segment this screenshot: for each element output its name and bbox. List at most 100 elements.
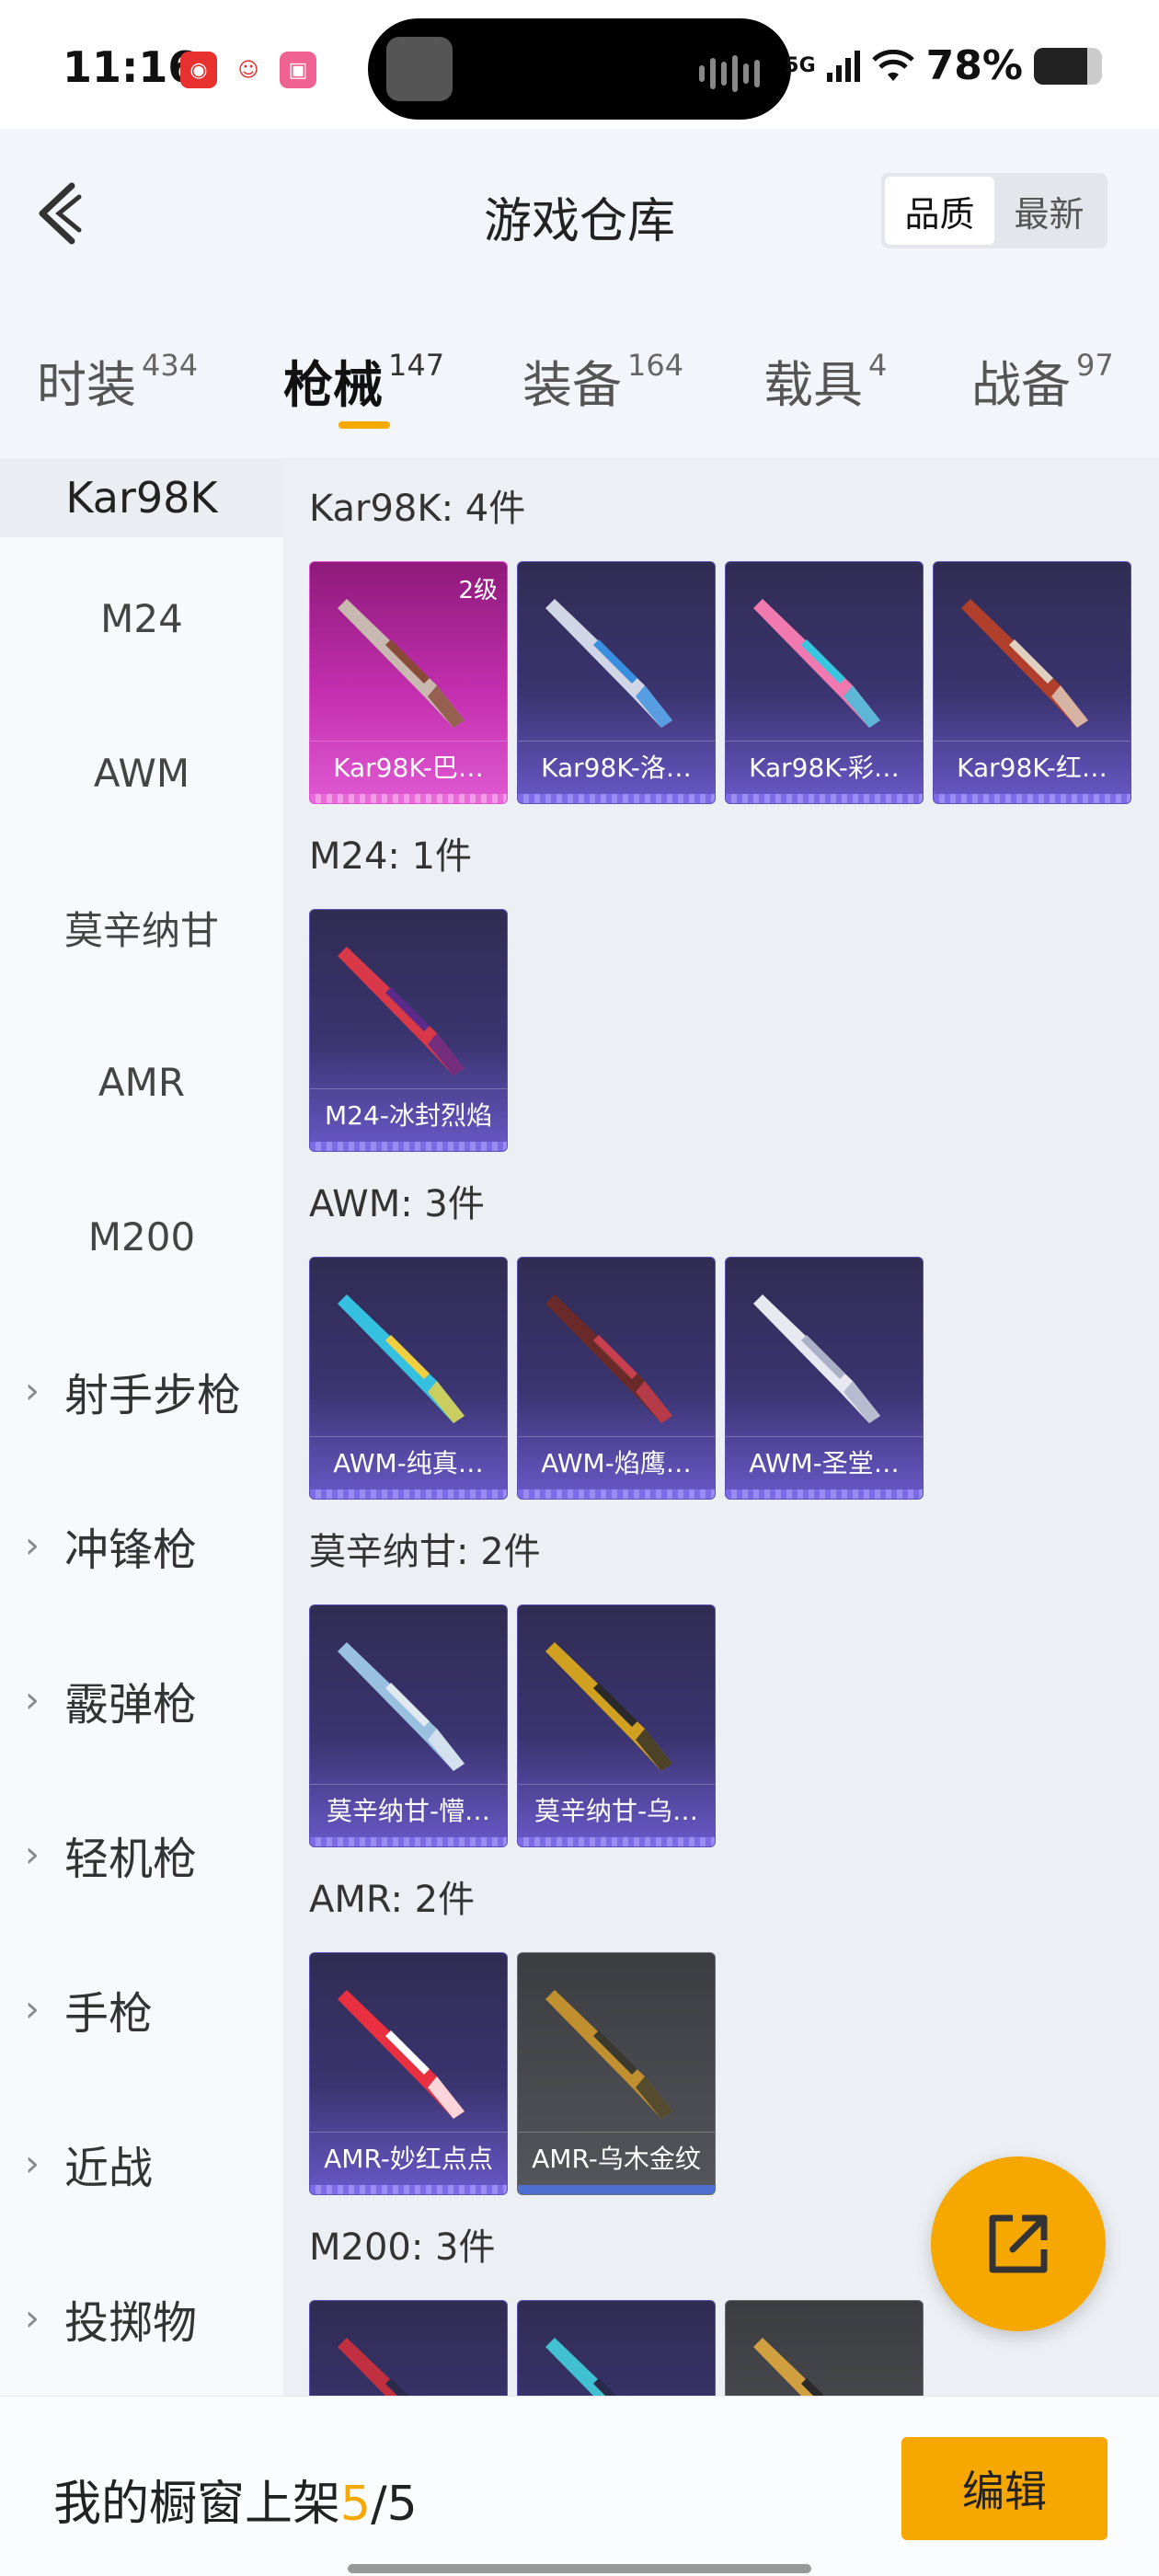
rarity-bar [726, 1489, 923, 1499]
level-badge: 2级 [458, 577, 498, 604]
tab-equipment[interactable]: 装备 164 [522, 344, 683, 417]
rifle-icon [545, 599, 672, 728]
chevron-right-icon: › [25, 2143, 40, 2185]
weapon-card[interactable]: AMR-妙红点点 [309, 1952, 508, 2195]
rarity-bar [310, 1837, 507, 1846]
weapon-card[interactable]: 莫辛纳甘-乌… [517, 1604, 716, 1847]
network-type: 5G [785, 53, 816, 77]
tab-supplies[interactable]: 战备 97 [971, 344, 1114, 417]
rifle-icon [545, 1294, 672, 1423]
bilibili-icon: ▣ [280, 52, 316, 88]
weapon-grid: Kar98K: 4件 2级 Kar98K-巴… Kar98K-洛… Kar98K-彩… K… [283, 458, 1159, 2396]
weapon-card-label: Kar98K-红… [934, 741, 1130, 794]
status-app-icons: ◉ ☺ ▣ [180, 52, 316, 88]
rarity-bar [518, 1837, 715, 1846]
rarity-bar [310, 1489, 507, 1499]
sidebar-item-kar98k[interactable]: Kar98K [0, 458, 283, 537]
weapon-card[interactable]: M24-冰封烈焰 [309, 909, 508, 1152]
sidebar-item-m200[interactable]: M200 [0, 1159, 283, 1314]
weapon-card[interactable]: AWM-纯真… [309, 1257, 508, 1500]
showcase-label: 我的橱窗上架 [53, 2477, 341, 2532]
app-header: 游戏仓库 品质 最新 [0, 129, 1159, 294]
edit-button[interactable]: 编辑 [901, 2437, 1107, 2540]
rifle-icon [338, 947, 465, 1075]
dynamic-island[interactable] [368, 18, 791, 120]
sidebar-item-amr[interactable]: AMR [0, 1005, 283, 1159]
sidebar-group-melee[interactable]: › 近战 [0, 2087, 283, 2241]
sidebar-group-lmg[interactable]: › 轻机枪 [0, 1777, 283, 1932]
weapon-card[interactable]: AWM-焰鹰… [517, 1257, 716, 1500]
signal-icon [826, 50, 860, 82]
sidebar-group-label: 轻机枪 [64, 1834, 198, 1885]
weapon-card[interactable]: 莫辛纳甘-懵… [309, 1604, 508, 1847]
tab-guns[interactable]: 枪械 147 [283, 344, 444, 417]
sidebar-item-awm[interactable]: AWM [0, 696, 283, 850]
netease-music-icon: ◉ [180, 52, 217, 88]
status-bar: 11:16 ◉ ☺ ▣ 5G 78% [0, 0, 1159, 129]
weapon-card[interactable] [725, 2300, 924, 2396]
sidebar-group-throwables[interactable]: › 投掷物 [0, 2241, 283, 2396]
sidebar-group-dmr[interactable]: › 射手步枪 [0, 1314, 283, 1468]
rifle-icon [338, 2338, 408, 2396]
share-button[interactable] [931, 2156, 1106, 2331]
weapon-card[interactable] [517, 2300, 716, 2396]
sort-by-newest[interactable]: 最新 [994, 177, 1104, 245]
weapon-card-label: AMR-妙红点点 [310, 2132, 507, 2185]
showcase-total: 5 [386, 2477, 418, 2532]
chevron-right-icon: › [25, 2297, 40, 2340]
weapon-card-label: M24-冰封烈焰 [310, 1088, 507, 1142]
rarity-bar [310, 794, 507, 803]
rifle-icon [338, 599, 465, 728]
sidebar-group-shotgun[interactable]: › 霰弹枪 [0, 1623, 283, 1777]
weapon-card[interactable]: AMR-乌木金纹 [517, 1952, 716, 2195]
weapon-card-label: AWM-焰鹰… [518, 1436, 715, 1489]
chevron-right-icon: › [25, 1988, 40, 2030]
weapon-card-label: AMR-乌木金纹 [518, 2132, 715, 2185]
chevron-right-icon: › [25, 1524, 40, 1567]
rarity-bar [934, 794, 1130, 803]
weapon-card[interactable]: AWM-圣堂… [725, 1257, 924, 1500]
tab-fashion[interactable]: 时装 434 [37, 344, 198, 417]
weapon-card-label: AWM-纯真… [310, 1436, 507, 1489]
rifle-icon [961, 599, 1088, 728]
sidebar-group-label: 射手步枪 [64, 1370, 242, 1421]
section-title: M24: 1件 [309, 835, 473, 878]
weapon-card[interactable]: Kar98K-彩… [725, 561, 924, 804]
weapon-card-label: AWM-圣堂… [726, 1436, 923, 1489]
bottom-bar: 我的橱窗上架5/5 编辑 [0, 2396, 1159, 2576]
weapon-card[interactable]: Kar98K-红… [933, 561, 1131, 804]
rifle-icon [338, 1990, 465, 2119]
section-title: AWM: 3件 [309, 1183, 485, 1225]
rifle-icon [338, 1294, 465, 1423]
share-external-icon [989, 2214, 1048, 2273]
weapon-card[interactable]: 2级 Kar98K-巴… [309, 561, 508, 804]
tab-vehicles[interactable]: 载具 4 [763, 344, 887, 417]
rarity-bar [518, 2185, 715, 2194]
weapon-card[interactable]: Kar98K-洛… [517, 561, 716, 804]
rifle-icon [753, 599, 880, 728]
chevron-right-icon: › [25, 1679, 40, 1721]
rarity-bar [518, 1489, 715, 1499]
sidebar-item-mosin[interactable]: 莫辛纳甘 [0, 850, 283, 1005]
tab-label: 枪械 [283, 356, 383, 414]
sidebar-group-pistol[interactable]: › 手枪 [0, 1932, 283, 2087]
rifle-icon [753, 2338, 824, 2396]
rifle-icon [545, 1990, 672, 2119]
rarity-bar [310, 1142, 507, 1151]
weapon-card[interactable] [309, 2300, 508, 2396]
sidebar-item-m24[interactable]: M24 [0, 541, 283, 696]
section-title: AMR: 2件 [309, 1879, 476, 1921]
sort-by-quality[interactable]: 品质 [885, 177, 994, 245]
home-indicator[interactable] [348, 2564, 811, 2573]
sidebar-group-label: 近战 [64, 2143, 154, 2194]
battery-percent: 78% [925, 42, 1023, 89]
tab-label: 载具 [763, 356, 863, 414]
weapon-card-label: Kar98K-洛… [518, 741, 715, 794]
tab-label: 战备 [971, 356, 1071, 414]
weapon-sidebar: Kar98K M24 AWM 莫辛纳甘 AMR M200 › 射手步枪 › 冲锋枪 … [0, 458, 283, 2396]
sidebar-group-label: 投掷物 [64, 2297, 198, 2349]
showcase-current: 5 [340, 2477, 372, 2532]
sidebar-group-smg[interactable]: › 冲锋枪 [0, 1468, 283, 1623]
sidebar-group-label: 手枪 [64, 1988, 154, 2040]
showcase-status: 我的橱窗上架5/5 [53, 2465, 418, 2534]
